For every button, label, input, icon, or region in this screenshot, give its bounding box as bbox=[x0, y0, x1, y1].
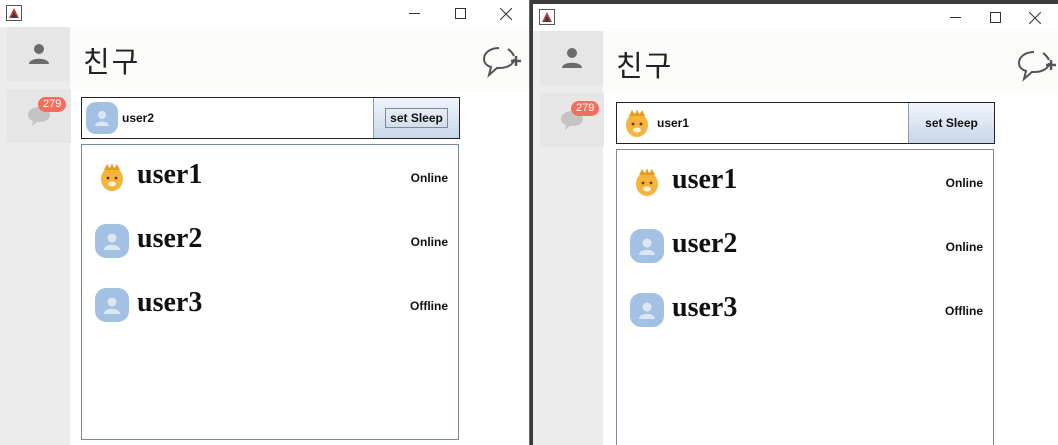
page-title: 친구 bbox=[83, 45, 141, 79]
current-user-name: user1 bbox=[657, 116, 690, 130]
maximize-icon bbox=[454, 8, 466, 19]
current-user-bar: user1 set Sleep bbox=[616, 102, 995, 144]
close-icon bbox=[500, 7, 512, 20]
new-chat-icon[interactable] bbox=[1017, 49, 1057, 83]
list-item[interactable]: user3 Offline bbox=[617, 278, 993, 342]
chats-tab-button[interactable]: 279 bbox=[7, 89, 71, 143]
title-bar[interactable] bbox=[0, 0, 529, 27]
maximize-icon bbox=[989, 12, 1001, 23]
default-avatar-icon bbox=[95, 288, 129, 322]
status-label: Online bbox=[410, 171, 448, 185]
person-icon bbox=[562, 48, 582, 68]
default-avatar-icon bbox=[630, 293, 664, 327]
chats-tab-button[interactable]: 279 bbox=[540, 93, 604, 147]
list-item[interactable]: user2 Online bbox=[82, 209, 458, 273]
default-avatar-icon bbox=[630, 229, 664, 263]
page-title: 친구 bbox=[616, 49, 674, 83]
list-item[interactable]: user3 Offline bbox=[82, 273, 458, 337]
friend-name: user3 bbox=[137, 287, 203, 318]
header: 친구 bbox=[603, 31, 1058, 93]
list-item[interactable]: user1 Online bbox=[82, 145, 458, 209]
friend-list[interactable]: user1 Online user2 Online user3 Offline bbox=[616, 149, 994, 445]
list-item[interactable]: user2 Online bbox=[617, 214, 993, 278]
status-label: Online bbox=[945, 176, 983, 190]
friends-tab-button[interactable] bbox=[7, 27, 71, 81]
title-bar[interactable] bbox=[533, 4, 1058, 31]
minimize-icon bbox=[408, 13, 420, 14]
minimize-icon bbox=[949, 17, 961, 18]
new-chat-icon[interactable] bbox=[482, 45, 522, 79]
lion-avatar-icon bbox=[101, 163, 123, 191]
current-user-bar: user2 set Sleep bbox=[81, 97, 460, 139]
friend-name: user1 bbox=[672, 164, 738, 195]
unread-badge: 279 bbox=[38, 97, 67, 112]
person-icon bbox=[29, 44, 49, 64]
sidebar: 279 bbox=[0, 27, 71, 445]
friend-name: user1 bbox=[137, 159, 203, 190]
header: 친구 bbox=[70, 27, 529, 89]
friend-name: user3 bbox=[672, 292, 738, 323]
close-button[interactable] bbox=[483, 0, 529, 27]
minimize-button[interactable] bbox=[391, 0, 437, 27]
status-label: Offline bbox=[410, 299, 448, 313]
maximize-button[interactable] bbox=[437, 0, 483, 27]
java-app-icon bbox=[539, 9, 555, 25]
java-app-icon bbox=[6, 5, 22, 21]
set-sleep-button[interactable]: set Sleep bbox=[373, 98, 459, 138]
close-icon bbox=[1029, 11, 1041, 24]
set-sleep-button[interactable]: set Sleep bbox=[908, 103, 994, 143]
friends-tab-button[interactable] bbox=[540, 31, 604, 85]
friend-list[interactable]: user1 Online user2 Online user3 Offline bbox=[81, 144, 459, 440]
friends-window-left: 279 친구 user2 set Sleep user1 Online user… bbox=[0, 0, 530, 445]
sidebar: 279 bbox=[533, 31, 604, 445]
lion-avatar-icon bbox=[626, 109, 648, 137]
status-label: Online bbox=[410, 235, 448, 249]
set-sleep-label: set Sleep bbox=[925, 116, 978, 130]
status-label: Online bbox=[945, 240, 983, 254]
unread-badge: 279 bbox=[571, 101, 600, 116]
friends-window-right: 279 친구 user1 set Sleep user1 Online user… bbox=[533, 4, 1058, 445]
friend-name: user2 bbox=[137, 223, 203, 254]
list-item[interactable]: user1 Online bbox=[617, 150, 993, 214]
default-avatar-icon bbox=[95, 224, 129, 258]
friend-name: user2 bbox=[672, 228, 738, 259]
lion-avatar-icon bbox=[636, 168, 658, 196]
current-user-name: user2 bbox=[122, 111, 155, 125]
default-avatar-icon bbox=[86, 102, 118, 134]
close-button[interactable] bbox=[1012, 4, 1058, 31]
set-sleep-label: set Sleep bbox=[385, 108, 448, 128]
status-label: Offline bbox=[945, 304, 983, 318]
